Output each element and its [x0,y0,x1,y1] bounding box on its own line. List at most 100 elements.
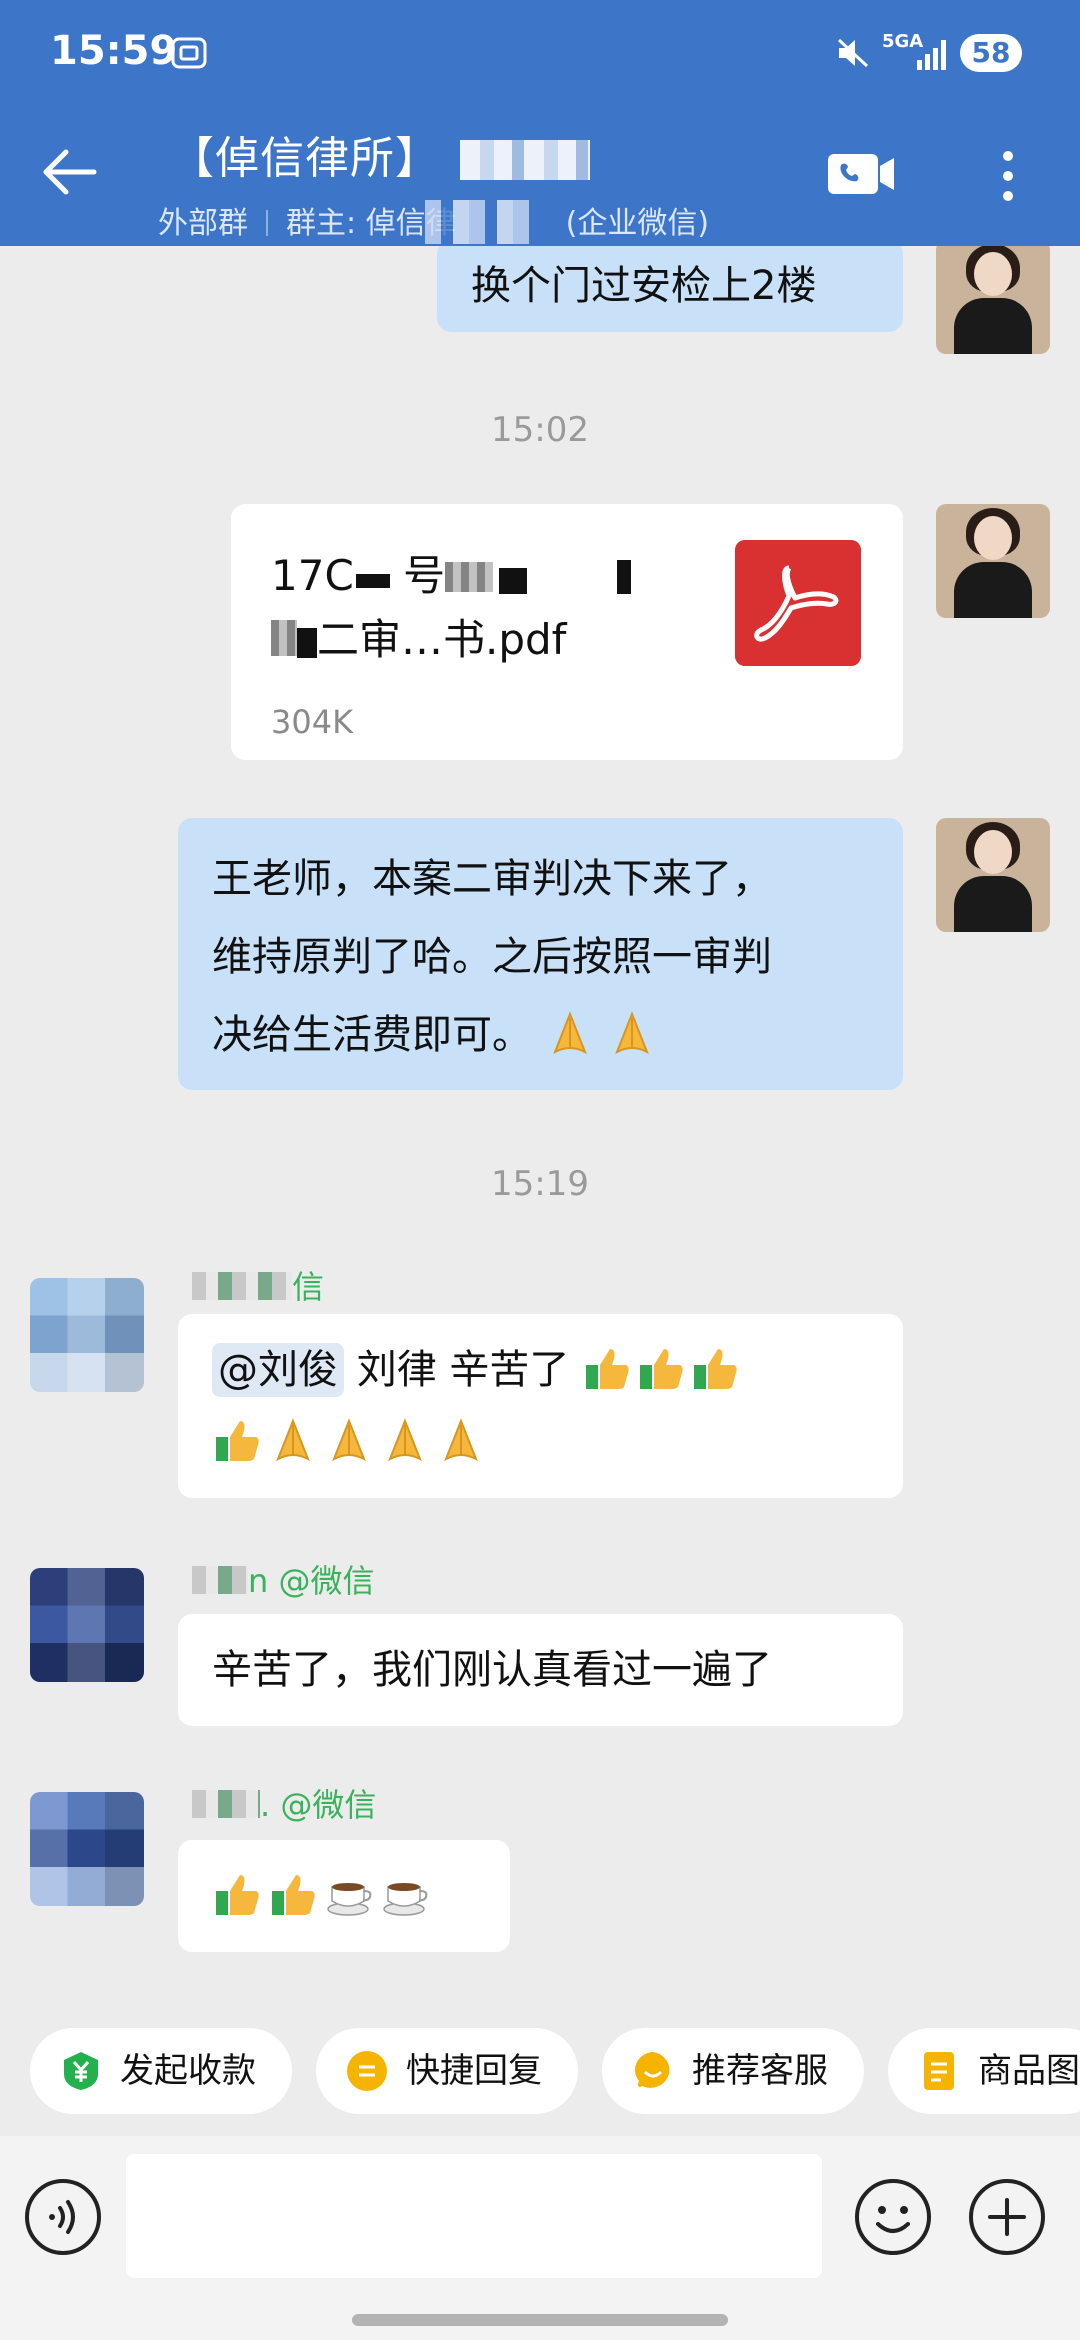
goods-icon [924,2052,954,2090]
battery-indicator: 58 [960,34,1022,72]
message-text-line [212,1406,869,1478]
avatar-body [954,298,1032,354]
thumbs-up-emoji-icon [216,1421,259,1461]
chip-label: 发起收款 [120,2051,256,2091]
file-name: 17C 号 二审…书.pdf [271,544,632,672]
external-group-label: 外部群 [158,206,248,241]
quick-action-row[interactable]: 发起收款 快捷回复 推荐客服 商品图 [0,2028,1080,2122]
message-text: 辛苦了，我们刚认真看过一遍了 [212,1647,772,1693]
message-text: 决给生活费即可。 [212,1012,532,1058]
thumbs-up-emoji-icon [640,1349,683,1389]
chip-recommend-service[interactable]: 推荐客服 [602,2028,864,2114]
service-icon [635,2052,670,2090]
message-bubble[interactable] [178,1840,510,1952]
chat-header: 15:59 5GA 58 【倬信律所】 外部群 群主: 倬信律 (企业微信) [0,0,1080,246]
chip-goods-image[interactable]: 商品图 [888,2028,1080,2114]
message-bubble[interactable]: 王老师，本案二审判决下来了， 维持原判了哈。之后按照一审判 决给生活费即可。 [178,818,903,1090]
sender-name: 信 [192,1262,324,1308]
message-text-line: 决给生活费即可。 [212,996,869,1074]
sender-name: . @微信 [192,1780,376,1826]
more-options-icon[interactable] [990,146,1026,206]
message-text-line: @刘俊 刘律 辛苦了 [212,1334,869,1406]
thumbs-up-emoji-icon [272,1875,315,1915]
add-attachment-icon[interactable] [968,2178,1046,2256]
chip-label: 快捷回复 [406,2051,542,2091]
timestamp: 15:19 [491,1164,589,1204]
message-bubble[interactable]: 换个门过安检上2楼 [437,246,903,332]
redacted-name [192,1566,248,1594]
avatar-body [954,562,1032,618]
sender-name: n @微信 [192,1556,374,1602]
redacted [445,562,494,592]
redacted [355,574,390,588]
avatar[interactable] [30,1792,144,1906]
chip-start-payment[interactable]: 发起收款 [30,2028,292,2114]
pray-emoji-icon [444,1418,478,1462]
redacted [271,620,297,656]
pdf-file-icon [735,540,861,666]
chip-label: 商品图 [978,2051,1080,2091]
group-title[interactable]: 【倬信律所】 [170,122,440,186]
file-message[interactable]: 17C 号 二审…书.pdf 304K [231,504,903,760]
thumbs-up-emoji-icon [586,1349,629,1389]
avatar-face [974,252,1012,296]
timestamp: 15:02 [491,410,589,450]
avatar[interactable] [30,1278,144,1392]
nav-bar: 【倬信律所】 外部群 群主: 倬信律 (企业微信) [0,110,1080,246]
avatar[interactable] [936,818,1050,932]
screenshot-icon [171,37,207,69]
coffee-emoji-icon [327,1883,372,1916]
quick-reply-icon [347,2051,387,2091]
yuan-icon [64,2052,98,2090]
chat-screen: 15:59 5GA 58 【倬信律所】 外部群 群主: 倬信律 (企业微信) 换… [0,0,1080,2340]
call-icon[interactable] [826,150,896,198]
pray-emoji-icon [552,1011,587,1055]
emoji-picker-icon[interactable] [854,2178,932,2256]
divider [266,210,268,236]
pray-emoji-icon [332,1418,366,1462]
pray-emoji-icon [388,1418,422,1462]
mention-tag[interactable]: @刘俊 [212,1343,344,1397]
back-arrow-icon[interactable] [38,140,102,204]
message-composer [0,2136,1080,2340]
redacted [297,628,317,658]
message-text: 刘律 辛苦了 [344,1347,583,1393]
home-indicator[interactable] [352,2314,728,2326]
sender-name-suffix: . @微信 [260,1786,377,1824]
avatar[interactable] [936,504,1050,618]
file-name-part: 号 [403,551,446,600]
message-text: 换个门过安检上2楼 [471,263,817,309]
avatar-body [954,876,1032,932]
file-name-part: 二审…书.pdf [317,615,567,664]
message-input[interactable] [126,2154,822,2278]
avatar[interactable] [30,1568,144,1682]
file-name-part: 17C [271,551,354,600]
avatar-face [974,516,1012,560]
chip-quick-reply[interactable]: 快捷回复 [316,2028,578,2114]
mute-icon [837,38,869,68]
message-bubble[interactable]: @刘俊 刘律 辛苦了 [178,1314,903,1498]
file-size: 304K [271,703,354,741]
redacted-name [192,1790,260,1818]
redacted-subtitle [425,200,530,244]
thumbs-up-emoji-icon [694,1349,737,1389]
redacted-name [192,1272,292,1300]
avatar-face [974,830,1012,874]
voice-input-icon[interactable] [24,2178,102,2256]
redacted-title [460,140,590,180]
message-list[interactable]: 换个门过安检上2楼 15:02 17C 号 二审…书.pdf 304K 王老师，… [0,246,1080,2001]
pray-emoji-icon [614,1011,649,1055]
status-bar: 15:59 5GA 58 [0,0,1080,110]
pray-emoji-icon [276,1418,310,1462]
message-bubble[interactable]: 辛苦了，我们刚认真看过一遍了 [178,1614,903,1726]
sender-name-suffix: n @微信 [248,1562,375,1600]
message-text-line: 王老师，本案二审判决下来了， [212,856,772,902]
avatar[interactable] [936,246,1050,354]
redacted [617,560,632,594]
message-text-line: 维持原判了哈。之后按照一审判 [212,934,772,980]
corp-wechat-label: (企业微信) [565,206,710,241]
coffee-emoji-icon [383,1883,428,1916]
chip-label: 推荐客服 [692,2051,828,2091]
redacted [499,568,528,594]
thumbs-up-emoji-icon [216,1875,259,1915]
